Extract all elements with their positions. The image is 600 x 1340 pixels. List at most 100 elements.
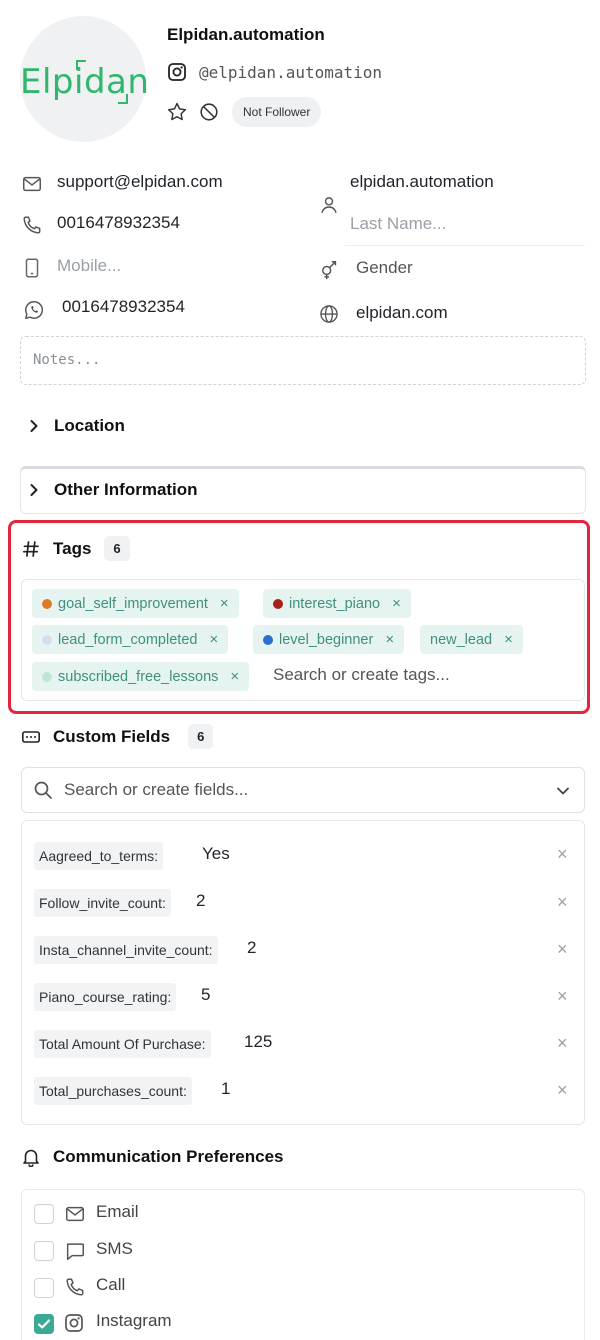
remove-tag-icon[interactable]: × — [220, 595, 229, 612]
mobile-icon — [21, 257, 43, 279]
tags-count-badge: 6 — [104, 536, 130, 561]
location-title: Location — [54, 416, 125, 435]
gender-icon — [318, 259, 340, 281]
chevron-down-icon[interactable] — [555, 783, 571, 799]
tag-label: level_beginner — [279, 631, 374, 648]
field-label: Follow_invite_count: — [34, 889, 171, 917]
email-icon — [21, 173, 43, 195]
whatsapp-icon — [23, 299, 45, 321]
call-checkbox[interactable] — [34, 1278, 54, 1298]
remove-field-icon[interactable]: × — [557, 939, 568, 960]
instagram-icon — [167, 62, 187, 82]
communication-title: Communication Preferences — [53, 1147, 284, 1166]
phone-icon — [21, 214, 43, 236]
custom-fields-title: Custom Fields — [53, 726, 171, 746]
tag-chip: lead_form_completed × — [32, 625, 229, 654]
sms-checkbox[interactable] — [34, 1241, 54, 1261]
email-checkbox[interactable] — [34, 1204, 54, 1224]
email-option-label: Email — [96, 1202, 139, 1221]
tag-color-dot — [42, 598, 52, 609]
search-icon — [33, 780, 53, 800]
tag-label: interest_piano — [289, 595, 381, 612]
remove-tag-icon[interactable]: × — [385, 631, 394, 648]
avatar-logo: Elpidan — [20, 62, 150, 102]
profile-name: Elpidan.automation — [167, 25, 325, 44]
tag-chip: new_lead × — [420, 625, 523, 654]
custom-fields-count-badge: 6 — [188, 724, 214, 749]
phone-icon — [64, 1276, 86, 1298]
custom-fields-list: Aagreed_to_terms: Yes × Follow_invite_co… — [21, 820, 585, 1125]
instagram-handle: @elpidan.automation — [199, 62, 383, 82]
remove-tag-icon[interactable]: × — [504, 631, 513, 648]
first-name-field[interactable]: elpidan.automation — [350, 172, 494, 192]
remove-tag-icon[interactable]: × — [392, 595, 401, 612]
remove-field-icon[interactable]: × — [557, 1080, 568, 1101]
call-option-label: Call — [96, 1275, 126, 1294]
tag-color-dot — [263, 634, 273, 645]
chevron-right-icon — [26, 482, 42, 498]
tag-chip: interest_piano × — [263, 589, 411, 618]
follow-status-badge: Not Follower — [232, 97, 322, 127]
location-section-toggle[interactable]: Location — [26, 416, 125, 436]
profile-actions: Not Follower — [166, 97, 322, 127]
field-value[interactable]: 2 — [196, 891, 205, 911]
custom-fields-header: Custom Fields 6 — [21, 724, 214, 749]
website-field[interactable]: elpidan.com — [356, 303, 448, 323]
remove-tag-icon[interactable]: × — [209, 631, 218, 648]
notes-field[interactable]: Notes... — [20, 336, 586, 385]
notes-placeholder: Notes... — [33, 352, 101, 368]
tag-color-dot — [42, 671, 52, 682]
tag-label: goal_self_improvement — [58, 595, 208, 612]
tags-header: Tags 6 — [22, 536, 130, 561]
sms-option-label: SMS — [96, 1239, 133, 1258]
field-search-placeholder: Search or create fields... — [64, 780, 249, 799]
tag-chip: level_beginner × — [253, 625, 405, 654]
email-field[interactable]: support@elpidan.com — [57, 172, 223, 192]
field-label: Piano_course_rating: — [34, 983, 177, 1011]
chat-icon — [64, 1240, 86, 1262]
divider — [345, 245, 585, 246]
field-value[interactable]: 2 — [247, 938, 256, 958]
tags-input[interactable]: goal_self_improvement × interest_piano ×… — [21, 579, 585, 701]
field-search-input[interactable]: Search or create fields... — [21, 767, 585, 813]
field-label: Insta_channel_invite_count: — [34, 936, 218, 964]
field-label: Total Amount Of Purchase: — [34, 1030, 211, 1058]
tag-chip: goal_self_improvement × — [32, 589, 239, 618]
field-label: Aagreed_to_terms: — [34, 842, 164, 870]
whatsapp-field[interactable]: 0016478932354 — [62, 297, 185, 317]
field-value[interactable]: 5 — [201, 985, 210, 1005]
person-icon — [318, 194, 340, 216]
remove-field-icon[interactable]: × — [557, 1033, 568, 1054]
tag-color-dot — [273, 598, 283, 609]
instagram-checkbox[interactable] — [34, 1314, 54, 1334]
field-value[interactable]: 1 — [221, 1079, 230, 1099]
star-icon[interactable] — [166, 101, 188, 123]
tag-label: lead_form_completed — [58, 631, 198, 648]
field-value[interactable]: Yes — [202, 844, 230, 864]
remove-field-icon[interactable]: × — [557, 986, 568, 1007]
remove-tag-icon[interactable]: × — [230, 668, 239, 685]
input-field-icon — [21, 727, 41, 747]
tag-label: subscribed_free_lessons — [58, 668, 219, 685]
tag-label: new_lead — [430, 631, 493, 648]
remove-field-icon[interactable]: × — [557, 844, 568, 865]
instagram-handle-row[interactable]: @elpidan.automation — [167, 60, 382, 84]
last-name-field[interactable]: Last Name... — [350, 214, 446, 234]
tag-chip: subscribed_free_lessons × — [32, 662, 250, 691]
field-value[interactable]: 125 — [244, 1032, 272, 1052]
other-information-title: Other Information — [54, 480, 198, 499]
other-information-toggle[interactable]: Other Information — [26, 480, 198, 500]
chevron-right-icon — [26, 418, 42, 434]
tag-color-dot — [42, 634, 52, 645]
phone-field[interactable]: 0016478932354 — [57, 213, 180, 233]
mobile-field[interactable]: Mobile... — [57, 256, 121, 276]
tag-search-input[interactable]: Search or create tags... — [273, 665, 450, 685]
remove-field-icon[interactable]: × — [557, 892, 568, 913]
hash-icon — [22, 540, 40, 558]
gender-select[interactable]: Gender — [356, 258, 413, 278]
block-icon[interactable] — [198, 101, 220, 123]
other-information-section[interactable]: Other Information — [20, 466, 586, 514]
instagram-icon — [64, 1313, 86, 1335]
tags-title: Tags — [53, 538, 92, 558]
email-icon — [64, 1203, 86, 1225]
